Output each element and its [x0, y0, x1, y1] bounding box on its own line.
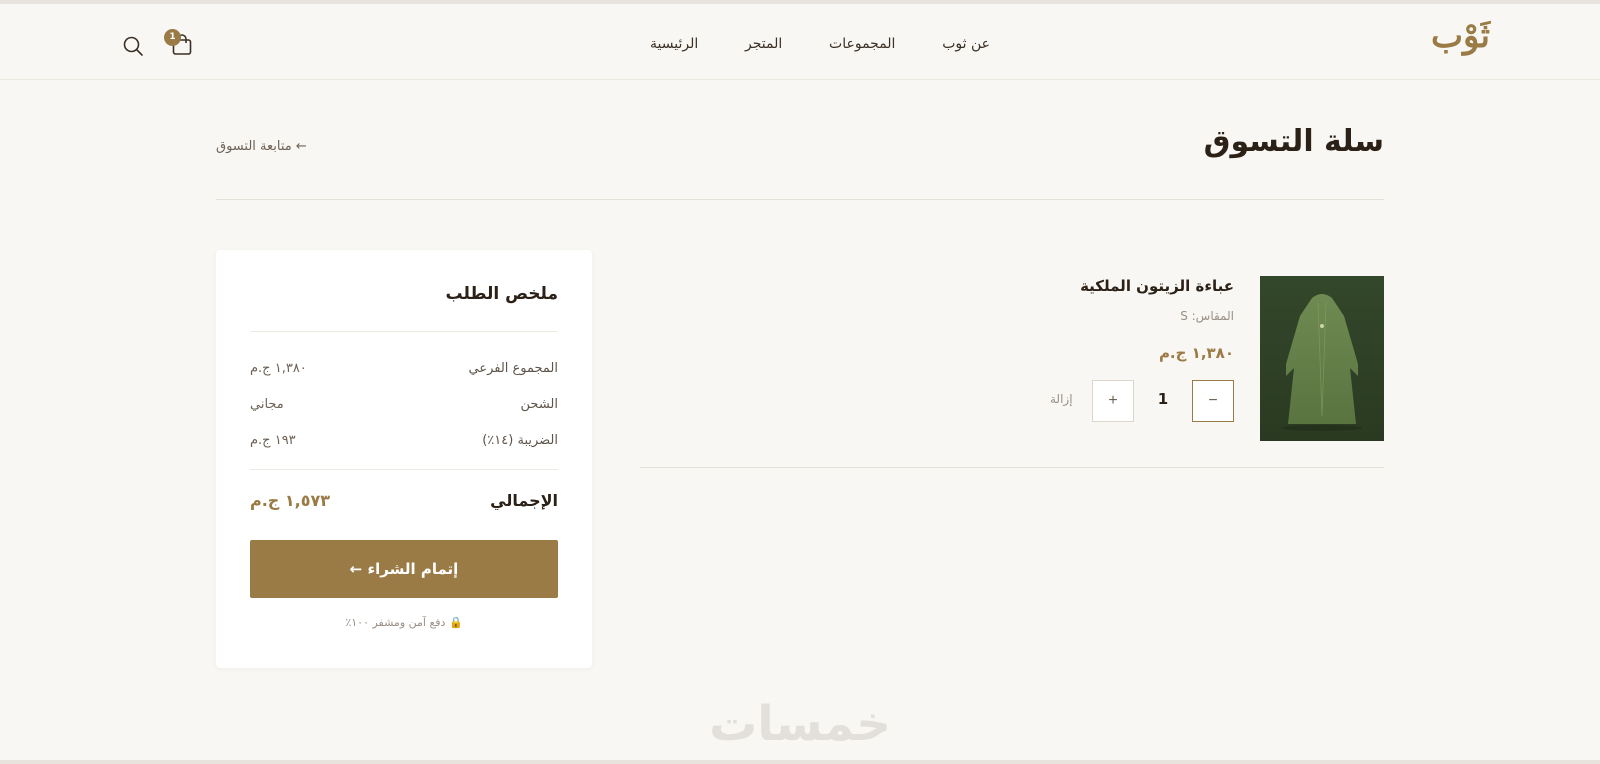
product-price: ١,٣٨٠ ج.م: [1158, 344, 1234, 362]
nav-collections[interactable]: المجموعات: [829, 36, 895, 52]
main-nav: الرئيسية المتجر المجموعات عن ثوب: [650, 32, 990, 56]
search-icon[interactable]: [122, 35, 144, 57]
divider: [216, 199, 1384, 200]
summary-value: ١,٣٨٠ ج.م: [250, 361, 307, 376]
total-value: ١,٥٧٣ ج.م: [250, 491, 331, 510]
secure-payment-note: 🔒 دفع آمن ومشفر ١٠٠٪: [345, 616, 463, 629]
quantity-decrease-button[interactable]: −: [1192, 380, 1234, 422]
summary-value: ١٩٣ ج.م: [250, 433, 296, 448]
nav-shop[interactable]: المتجر: [745, 36, 782, 52]
page-title: سلة التسوق: [1203, 124, 1384, 159]
summary-row-tax: الضريبة (١٤٪) ١٩٣ ج.م: [250, 433, 558, 453]
summary-row-subtotal: المجموع الفرعي ١,٣٨٠ ج.م: [250, 361, 558, 381]
checkout-button[interactable]: إتمام الشراء ←: [250, 540, 558, 598]
continue-shopping-link[interactable]: ← متابعة التسوق: [216, 139, 307, 154]
nav-home[interactable]: الرئيسية: [650, 36, 698, 52]
divider: [250, 469, 558, 470]
total-label: الإجمالي: [490, 491, 558, 510]
divider: [640, 467, 1384, 468]
remove-item-link[interactable]: إزالة: [1050, 392, 1073, 406]
quantity-value: 1: [1157, 390, 1169, 408]
summary-label: الضريبة (١٤٪): [482, 433, 558, 448]
summary-value: مجاني: [250, 397, 284, 412]
site-header: ثَوْب الرئيسية المتجر المجموعات عن ثوب 1: [0, 4, 1600, 80]
cart-count-badge: 1: [164, 29, 181, 46]
divider: [250, 331, 558, 332]
summary-label: المجموع الفرعي: [468, 361, 558, 376]
watermark-logo: خمسات: [709, 696, 891, 752]
summary-label: الشحن: [520, 397, 558, 412]
order-summary-card: ملخص الطلب المجموع الفرعي ١,٣٨٠ ج.م الشح…: [216, 250, 592, 668]
summary-row-shipping: الشحن مجاني: [250, 397, 558, 417]
bottom-border: [0, 760, 1600, 764]
product-name[interactable]: عباءة الزيتون الملكية: [1080, 277, 1234, 295]
nav-about[interactable]: عن ثوب: [942, 36, 990, 52]
quantity-increase-button[interactable]: +: [1092, 380, 1134, 422]
product-image[interactable]: [1260, 276, 1384, 441]
site-logo[interactable]: ثَوْب: [1431, 16, 1490, 56]
summary-title: ملخص الطلب: [445, 284, 558, 304]
product-size: المقاس: S: [1180, 309, 1234, 323]
abaya-illustration: [1260, 276, 1384, 441]
